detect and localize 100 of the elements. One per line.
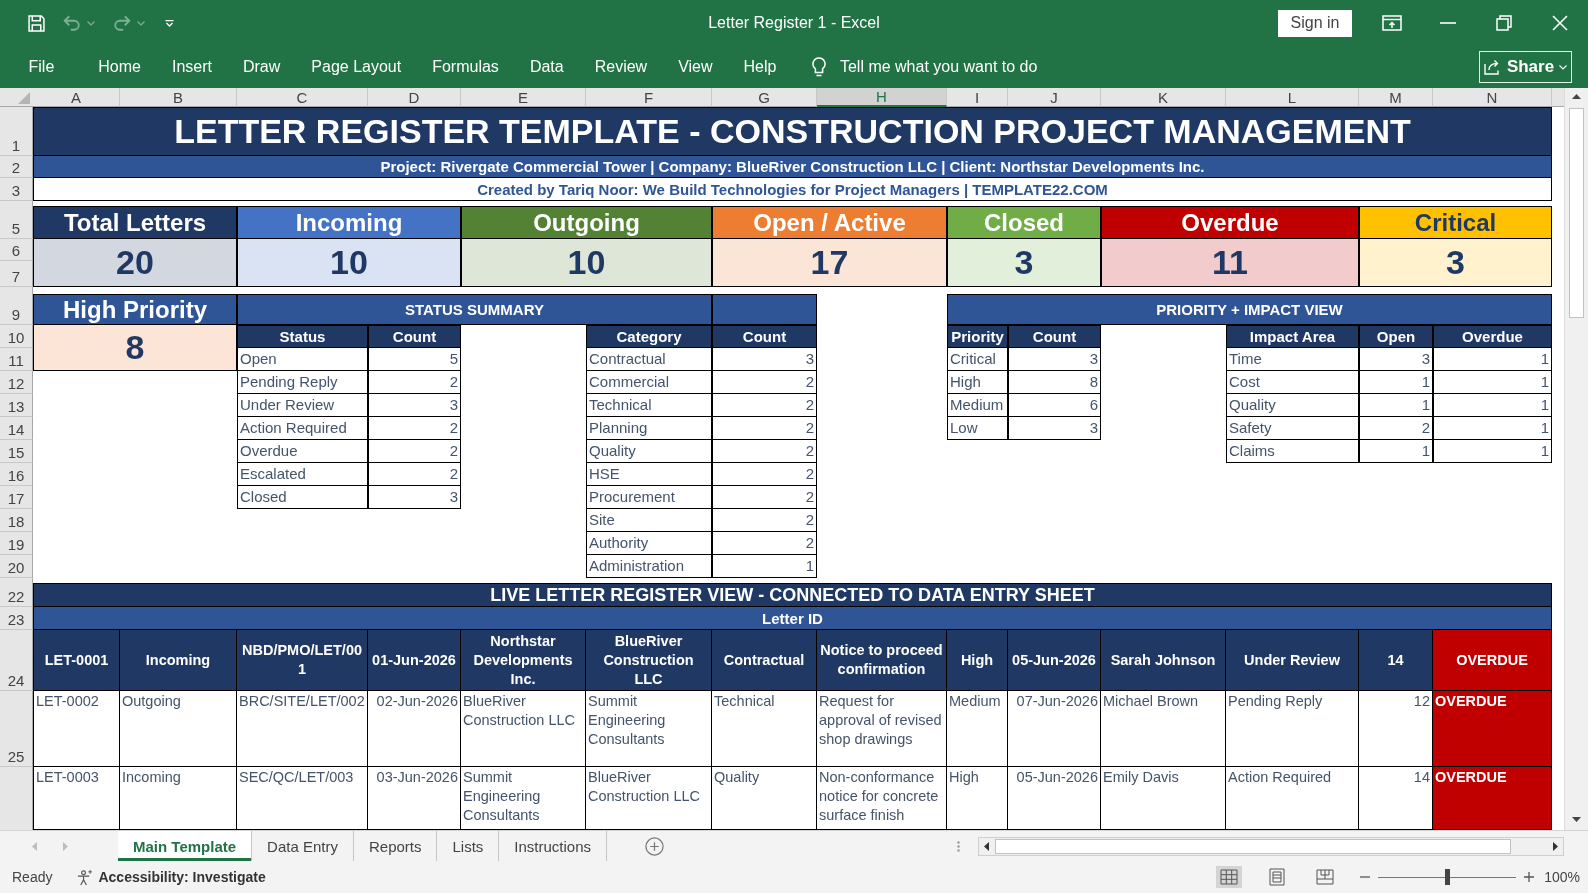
- row-header[interactable]: 18: [0, 509, 33, 532]
- normal-view-icon[interactable]: [1216, 866, 1243, 888]
- table-cell: Request for approval of revised shop drawings: [817, 691, 947, 767]
- ribbon-tab[interactable]: Insert: [156, 50, 228, 84]
- table-cell: 2: [712, 394, 817, 417]
- table-cell: Summit Engineering Consultants: [461, 767, 586, 830]
- save-icon[interactable]: [28, 14, 45, 32]
- ribbon-tab[interactable]: File: [13, 50, 70, 84]
- caret-icon[interactable]: [137, 20, 145, 26]
- accessibility-icon[interactable]: [75, 868, 95, 886]
- table-cell: 3: [1008, 348, 1101, 371]
- table-cell: 1: [1433, 371, 1552, 394]
- kpi-label: High Priority: [33, 294, 237, 325]
- table-cell: Action Required: [1226, 767, 1359, 830]
- column-header[interactable]: H: [817, 88, 947, 107]
- kpi-label: Critical: [1359, 206, 1552, 239]
- group-header: Letter ID: [33, 607, 1552, 630]
- section-header: STATUS SUMMARY: [237, 294, 712, 325]
- dropdown-icon[interactable]: [165, 19, 174, 27]
- sign-in-button[interactable]: Sign in: [1278, 9, 1352, 37]
- table-cell: LET-0003: [33, 767, 120, 830]
- scroll-right-icon[interactable]: [1553, 841, 1558, 851]
- table-cell: Quality: [586, 440, 712, 463]
- table-cell: Quality: [712, 767, 817, 830]
- table-cell: Administration: [586, 555, 712, 578]
- table-cell: BRC/SITE/LET/002: [237, 691, 368, 767]
- table-cell: 2: [368, 440, 461, 463]
- zoom-level[interactable]: 100%: [1544, 869, 1580, 885]
- kpi-value: 3: [947, 239, 1101, 287]
- table-cell: Action Required: [237, 417, 368, 440]
- display-options-icon[interactable]: [1382, 15, 1402, 31]
- table-cell: 2: [712, 440, 817, 463]
- table-cell: Medium: [947, 394, 1008, 417]
- ribbon-tab[interactable]: Review: [579, 50, 663, 84]
- table-cell: 3: [1008, 417, 1101, 440]
- row-header[interactable]: 15: [0, 440, 33, 463]
- ribbon-tab[interactable]: View: [662, 50, 729, 84]
- row-header[interactable]: 20: [0, 555, 33, 578]
- vertical-scrollbar[interactable]: [1564, 88, 1588, 830]
- ribbon-tab[interactable]: Page Layout: [295, 50, 417, 84]
- table-cell: 1: [1433, 394, 1552, 417]
- row-header[interactable]: 14: [0, 417, 33, 440]
- table-cell: Sarah Johnson: [1101, 630, 1226, 691]
- kpi-label: Overdue: [1101, 206, 1359, 239]
- table-header: Impact Area: [1226, 325, 1359, 348]
- scrollbar-thumb[interactable]: [1569, 108, 1584, 318]
- table-cell: Under Review: [237, 394, 368, 417]
- table-cell: 8: [1008, 371, 1101, 394]
- table-cell: Michael Brown: [1101, 691, 1226, 767]
- row-header[interactable]: 17: [0, 486, 33, 509]
- add-sheet-icon[interactable]: [645, 836, 665, 856]
- row-header[interactable]: 12: [0, 371, 33, 394]
- status-flag: OVERDUE: [1433, 630, 1552, 691]
- tell-me-search[interactable]: Tell me what you want to do: [839, 58, 1038, 76]
- lightbulb-icon[interactable]: [811, 56, 826, 78]
- ribbon-tab[interactable]: Draw: [227, 50, 296, 84]
- scrollbar-thumb[interactable]: [995, 838, 1511, 854]
- accessibility-status[interactable]: Accessibility: Investigate: [98, 869, 266, 885]
- table-cell: 2: [712, 532, 817, 555]
- restore-icon[interactable]: [1496, 15, 1512, 31]
- table-cell: Planning: [586, 417, 712, 440]
- table-header: Count: [368, 325, 461, 348]
- row-header[interactable]: 19: [0, 532, 33, 555]
- register-title: LIVE LETTER REGISTER VIEW - CONNECTED TO DATA ENTRY SHEET: [33, 583, 1552, 607]
- table-cell: 3: [1359, 348, 1433, 371]
- ribbon-tab[interactable]: Formulas: [416, 50, 515, 84]
- scroll-left-icon[interactable]: [984, 841, 989, 851]
- status-text: Ready: [12, 869, 53, 885]
- slider-thumb[interactable]: [1445, 869, 1451, 885]
- close-icon[interactable]: [1552, 15, 1568, 31]
- kpi-label: Total Letters: [33, 206, 237, 239]
- caret-icon[interactable]: [87, 20, 95, 26]
- ribbon-tab[interactable]: Data: [514, 50, 580, 84]
- zoom-in-icon[interactable]: [1524, 872, 1535, 882]
- kpi-value: 8: [33, 325, 237, 371]
- table-cell: NBD/PMO/LET/001: [237, 630, 368, 691]
- table-cell: 1: [1359, 440, 1433, 463]
- table-cell: Overdue: [237, 440, 368, 463]
- horizontal-scrollbar[interactable]: [978, 836, 1564, 856]
- scroll-down-icon[interactable]: [1572, 817, 1581, 822]
- ribbon-tab[interactable]: Help: [728, 50, 792, 84]
- kpi-label: Open / Active: [712, 206, 947, 239]
- kpi-value: 11: [1101, 239, 1359, 287]
- kpi-label: Outgoing: [461, 206, 712, 239]
- ribbon-tab[interactable]: Home: [82, 50, 157, 84]
- table-cell: High: [947, 371, 1008, 394]
- table-cell: 01-Jun-2026: [368, 630, 461, 691]
- table-cell: 3: [368, 394, 461, 417]
- zoom-slider[interactable]: [1378, 869, 1517, 885]
- table-cell: Closed: [237, 486, 368, 509]
- table-cell: Outgoing: [120, 691, 237, 767]
- vertical-dots-icon[interactable]: [957, 840, 960, 852]
- table-cell: Pending Reply: [1226, 691, 1359, 767]
- share-button[interactable]: Share: [1479, 51, 1572, 83]
- scroll-up-icon[interactable]: [1572, 94, 1581, 99]
- row-header[interactable]: 16: [0, 463, 33, 486]
- table-cell: Medium: [947, 691, 1008, 767]
- sheet-tab[interactable]: Main Template: [118, 831, 253, 861]
- table-cell: 07-Jun-2026: [1008, 691, 1101, 767]
- row-header[interactable]: 13: [0, 394, 33, 417]
